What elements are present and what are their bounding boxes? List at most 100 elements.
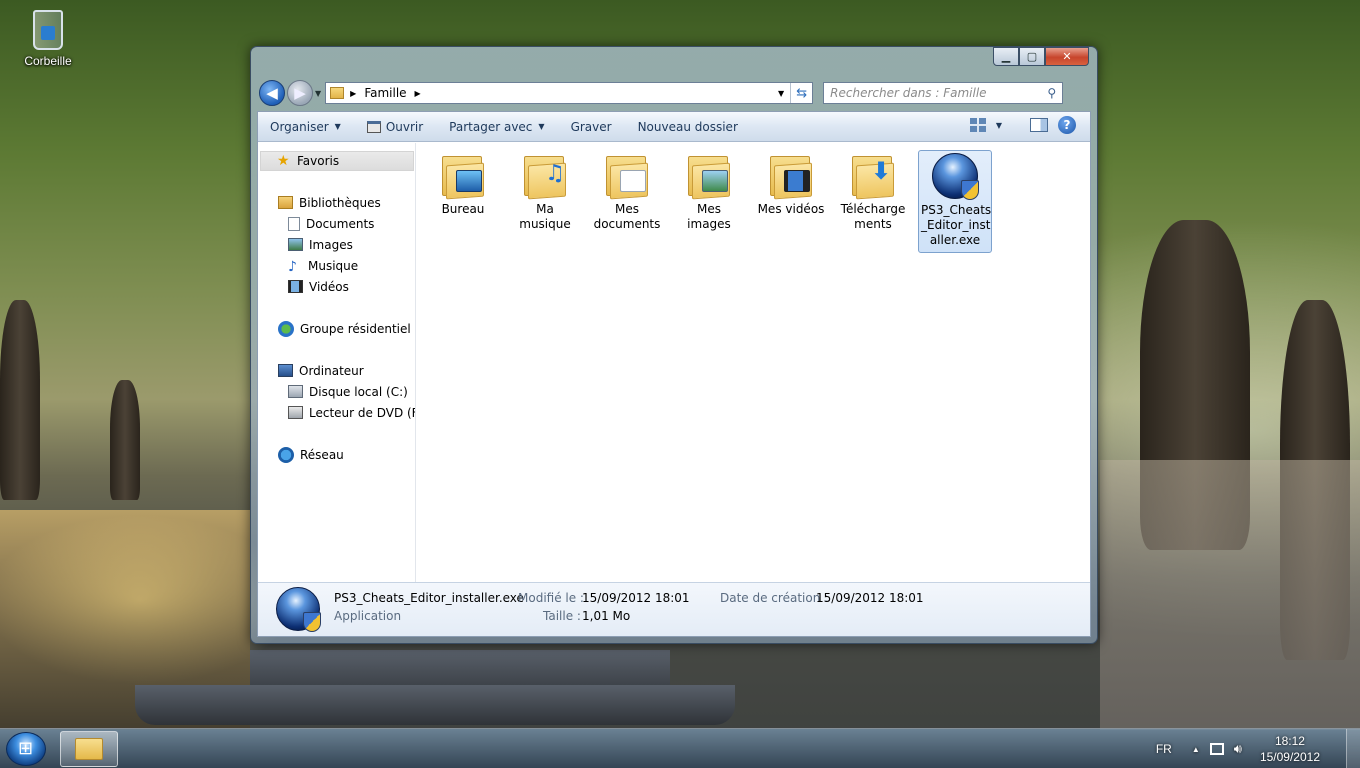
details-size-label: Taille :	[543, 609, 581, 623]
taskbar: FR ▲ 🔊︎ 18:12 15/09/2012	[0, 728, 1360, 768]
maximize-button[interactable]: ▢	[1019, 47, 1045, 66]
explorer-content: Organiser ▼ Ouvrir Partager avec ▼ Grave…	[257, 111, 1091, 637]
explorer-window[interactable]: ▁ ▢ ✕ ◀ ▶ ▼ ▶ Famille ▶ ▼ ⇆ Rechercher d…	[250, 46, 1098, 644]
details-created-value: 15/09/2012 18:01	[816, 591, 924, 605]
folder-downloads-icon: ⬇	[852, 152, 894, 200]
file-label: Bureau	[441, 202, 485, 216]
share-with-button[interactable]: Partager avec ▼	[449, 120, 544, 134]
close-button[interactable]: ✕	[1045, 47, 1089, 66]
taskbar-explorer-button[interactable]	[60, 731, 118, 767]
breadcrumb-separator-icon[interactable]: ▶	[415, 89, 421, 98]
open-window-icon	[366, 120, 381, 133]
nav-documents-label: Documents	[306, 216, 375, 231]
back-button[interactable]: ◀	[259, 80, 285, 106]
address-bar-controls: ▼ ⇆	[772, 83, 812, 103]
installer-exe-icon	[276, 587, 321, 632]
clock[interactable]: 18:12 15/09/2012	[1260, 733, 1320, 765]
details-file-name: PS3_Cheats_Editor_installer.exe	[334, 591, 524, 605]
computer-icon	[278, 364, 293, 377]
show-desktop-button[interactable]	[1346, 729, 1360, 768]
nav-network-label: Réseau	[300, 447, 344, 462]
folder-pictures-icon	[688, 152, 730, 200]
file-item-ma-musique[interactable]: ♫ Ma musique	[508, 150, 582, 253]
address-history-dropdown[interactable]: ▼	[772, 89, 790, 98]
search-input[interactable]: Rechercher dans : Famille ⚲	[823, 82, 1064, 104]
recycle-bin-icon	[33, 10, 63, 50]
dvd-drive-icon	[288, 406, 303, 419]
clock-date: 15/09/2012	[1259, 750, 1320, 764]
forward-arrow-icon: ▶	[294, 84, 306, 102]
nav-images[interactable]: Images	[258, 234, 415, 255]
folder-music-icon: ♫	[524, 152, 566, 200]
file-label: _Editor_inst	[921, 218, 991, 232]
refresh-button[interactable]: ⇆	[790, 83, 812, 103]
folder-documents-icon	[606, 152, 648, 200]
start-button[interactable]	[6, 732, 46, 766]
file-label: musique	[519, 217, 571, 231]
hard-drive-icon	[288, 385, 303, 398]
network-icon	[278, 446, 294, 463]
file-label: Mes vidéos	[757, 202, 825, 216]
show-hidden-icons-icon[interactable]: ▲	[1192, 745, 1200, 754]
recent-pages-dropdown[interactable]: ▼	[315, 89, 321, 98]
wallpaper-path	[1100, 460, 1360, 730]
refresh-icon: ⇆	[796, 85, 808, 101]
breadcrumb-separator-icon[interactable]: ▶	[350, 89, 356, 98]
minimize-button[interactable]: ▁	[993, 47, 1019, 66]
nav-local-disk[interactable]: Disque local (C:)	[258, 381, 415, 402]
navigation-row: ◀ ▶ ▼ ▶ Famille ▶ ▼ ⇆ Rechercher dans : …	[259, 79, 1089, 107]
back-arrow-icon: ◀	[266, 84, 278, 102]
navigation-pane: ★ Favoris Bibliothèques Documents Images…	[258, 143, 416, 583]
file-item-mes-images[interactable]: Mes images	[672, 150, 746, 253]
view-options-dropdown[interactable]: ▼	[996, 121, 1002, 130]
file-label: Mes	[615, 202, 639, 216]
forward-button[interactable]: ▶	[287, 80, 313, 106]
explorer-folder-icon	[75, 738, 103, 760]
open-label: Ouvrir	[385, 119, 424, 134]
installer-exe-icon	[932, 153, 979, 200]
nav-homegroup[interactable]: Groupe résidentiel	[258, 318, 415, 339]
chevron-down-icon: ▼	[334, 122, 341, 131]
help-icon[interactable]: ?	[1058, 116, 1076, 134]
file-item-bureau[interactable]: Bureau	[426, 150, 500, 253]
nav-homegroup-label: Groupe résidentiel	[300, 321, 411, 336]
library-folder-icon	[330, 87, 345, 99]
organize-button[interactable]: Organiser ▼	[270, 120, 341, 134]
language-indicator[interactable]: FR	[1156, 742, 1172, 756]
star-icon: ★	[277, 153, 290, 169]
file-item-installer-exe[interactable]: PS3_Cheats _Editor_inst aller.exe	[918, 150, 992, 253]
nav-dvd-drive[interactable]: Lecteur de DVD (F:) I	[258, 402, 415, 423]
volume-icon[interactable]: 🔊︎	[1234, 741, 1242, 757]
file-label: aller.exe	[929, 233, 981, 247]
nav-libraries[interactable]: Bibliothèques	[258, 192, 415, 213]
chevron-down-icon: ▼	[538, 122, 545, 131]
burn-button[interactable]: Graver	[571, 120, 612, 134]
nav-videos[interactable]: Vidéos	[258, 276, 415, 297]
file-label: Ma	[536, 202, 554, 216]
file-item-telechargements[interactable]: ⬇ Télécharge ments	[836, 150, 910, 253]
nav-network[interactable]: Réseau	[258, 444, 415, 465]
wallpaper-tree	[0, 300, 40, 500]
file-item-mes-documents[interactable]: Mes documents	[590, 150, 664, 253]
nav-favorites[interactable]: ★ Favoris	[260, 151, 414, 171]
nav-music[interactable]: ♪ Musique	[258, 255, 415, 276]
nav-local-disk-label: Disque local (C:)	[309, 384, 408, 399]
search-icon[interactable]: ⚲	[1047, 86, 1056, 100]
breadcrumb-famille[interactable]: Famille	[364, 86, 406, 100]
nav-documents[interactable]: Documents	[258, 213, 415, 234]
toolbar-right-controls: ▼ ?	[969, 116, 1076, 134]
new-folder-button[interactable]: Nouveau dossier	[638, 120, 738, 134]
music-note-icon: ♪	[288, 259, 297, 275]
change-view-icon[interactable]	[969, 118, 986, 132]
open-button[interactable]: Ouvrir	[366, 119, 424, 134]
nav-music-label: Musique	[308, 258, 359, 273]
file-item-mes-videos[interactable]: Mes vidéos	[754, 150, 828, 253]
nav-computer-label: Ordinateur	[299, 363, 364, 378]
command-bar: Organiser ▼ Ouvrir Partager avec ▼ Grave…	[258, 112, 1090, 142]
nav-computer[interactable]: Ordinateur	[258, 360, 415, 381]
file-label: images	[687, 217, 731, 231]
network-status-icon[interactable]	[1209, 743, 1224, 755]
desktop-recycle-bin[interactable]: Corbeille	[18, 6, 78, 68]
address-bar[interactable]: ▶ Famille ▶ ▼ ⇆	[325, 82, 814, 104]
preview-pane-icon[interactable]	[1030, 118, 1048, 132]
